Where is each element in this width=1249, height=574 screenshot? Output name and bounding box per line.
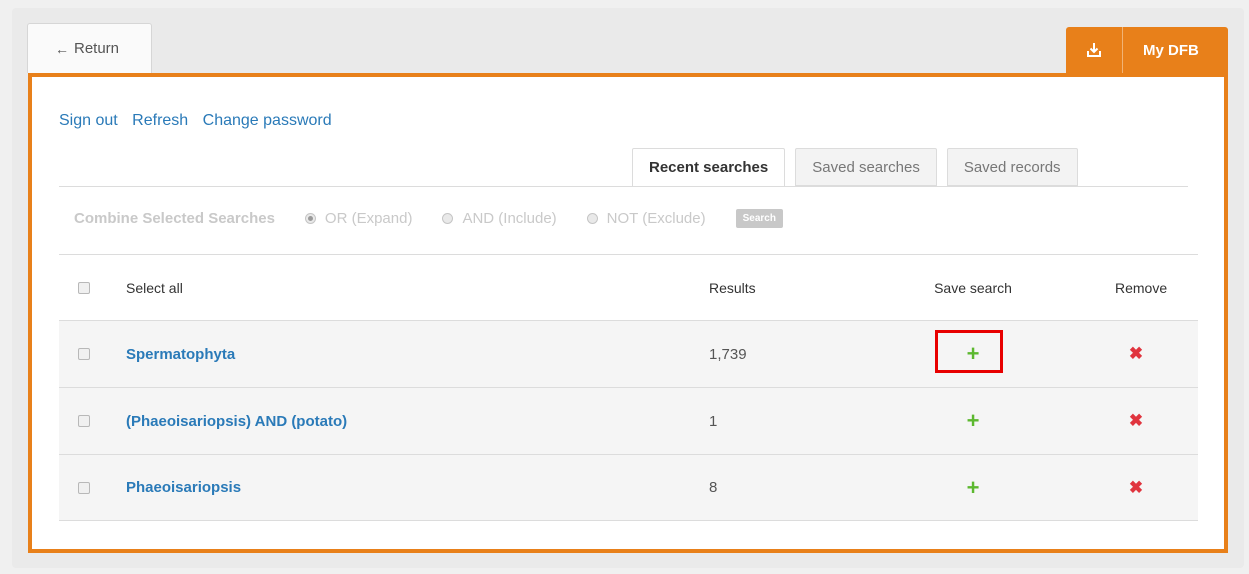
row-checkbox[interactable] — [78, 481, 90, 494]
results-header: Results — [709, 279, 756, 296]
tab-saved-records[interactable]: Saved records — [946, 148, 1078, 186]
return-tab[interactable]: ← Return — [27, 23, 152, 73]
remove-x-icon[interactable]: ✖ — [1126, 411, 1146, 431]
tab-recent-searches[interactable]: Recent searches — [632, 148, 786, 187]
table-row: Spermatophyta 1,739 + ✖ — [59, 320, 1198, 387]
search-query-link[interactable]: Spermatophyta — [126, 346, 235, 363]
search-query-link[interactable]: (Phaeoisariopsis) AND (potato) — [126, 413, 347, 430]
radio-or-option[interactable]: OR (Expand) — [304, 210, 413, 227]
download-icon — [1066, 27, 1123, 73]
sign-out-link[interactable]: Sign out — [59, 112, 118, 129]
remove-x-icon[interactable]: ✖ — [1126, 344, 1146, 364]
tab-saved-searches[interactable]: Saved searches — [795, 148, 937, 186]
change-password-link[interactable]: Change password — [203, 112, 332, 129]
select-all-label: Select all — [126, 279, 183, 296]
save-search-plus-icon[interactable]: + — [963, 476, 983, 498]
radio-and-label: AND (Include) — [462, 210, 557, 227]
remove-header: Remove — [1115, 279, 1168, 296]
search-query-link[interactable]: Phaeoisariopsis — [126, 479, 241, 496]
select-all-checkbox[interactable] — [78, 281, 90, 294]
radio-or-label: OR (Expand) — [324, 210, 413, 227]
save-search-header: Save search — [934, 279, 1012, 296]
table-header-row: Select all Results Save search Remove — [59, 254, 1198, 320]
my-dfb-label: My DFB — [1143, 41, 1199, 59]
back-arrow-icon: ← — [55, 40, 69, 57]
return-label: Return — [74, 40, 120, 57]
table-row: (Phaeoisariopsis) AND (potato) 1 + ✖ — [59, 387, 1198, 454]
search-tabs: Recent searches Saved searches Saved rec… — [632, 148, 1088, 188]
my-dfb-tab[interactable]: My DFB — [1066, 27, 1228, 73]
refresh-link[interactable]: Refresh — [132, 112, 188, 129]
radio-not-label: NOT (Exclude) — [606, 210, 706, 227]
tabs-divider — [59, 186, 1188, 187]
remove-x-icon[interactable]: ✖ — [1126, 478, 1146, 498]
radio-and[interactable] — [442, 213, 454, 224]
recent-searches-table: Select all Results Save search Remove Sp… — [59, 254, 1198, 521]
combine-label: Combine Selected Searches — [74, 210, 275, 227]
row-checkbox[interactable] — [78, 348, 90, 360]
account-links: Sign out Refresh Change password — [59, 112, 342, 130]
results-count: 1 — [709, 412, 718, 430]
radio-or[interactable] — [304, 213, 316, 224]
table-row: Phaeoisariopsis 8 + ✖ — [59, 454, 1198, 521]
highlight-box — [935, 330, 1003, 373]
results-count: 8 — [709, 479, 718, 496]
radio-and-option[interactable]: AND (Include) — [442, 210, 557, 227]
results-count: 1,739 — [709, 345, 747, 363]
radio-not-option[interactable]: NOT (Exclude) — [586, 210, 706, 227]
main-panel: Sign out Refresh Change password Recent … — [28, 73, 1228, 553]
radio-not[interactable] — [586, 213, 598, 224]
combine-search-button[interactable]: Search — [735, 209, 783, 228]
save-search-plus-icon[interactable]: + — [963, 410, 983, 432]
row-checkbox[interactable] — [78, 415, 90, 427]
combine-searches-row: Combine Selected Searches OR (Expand) AN… — [74, 209, 783, 228]
